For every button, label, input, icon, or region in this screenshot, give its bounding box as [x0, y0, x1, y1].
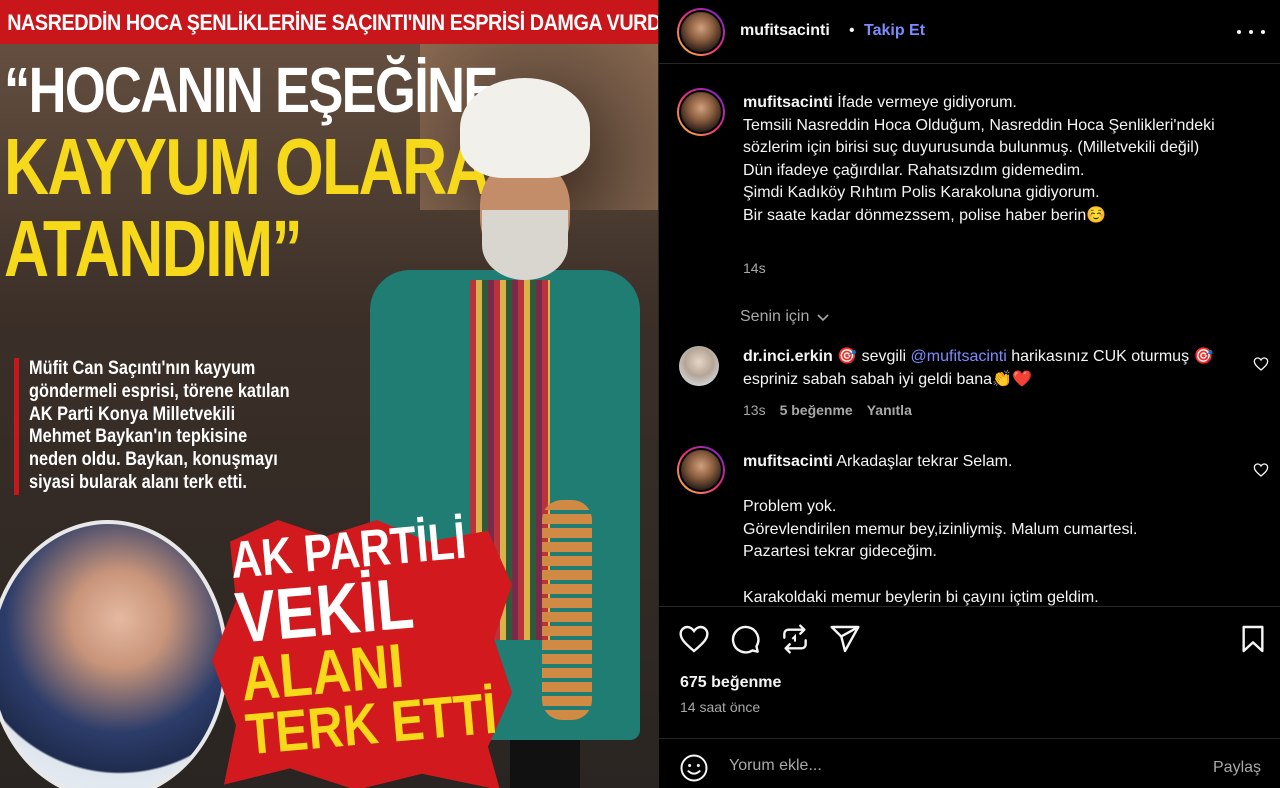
comments-scroll[interactable]: mufitsacinti İfade vermeye gidiyorum. Te… [659, 64, 1280, 606]
prayer-beads [542, 500, 592, 720]
caption-meta: 14s [743, 260, 766, 276]
legs [510, 740, 580, 788]
subtext-line: neden oldu. Baykan, konuşmayı [29, 449, 278, 471]
more-icon[interactable] [1237, 22, 1265, 42]
headline-line-1: “HOCANIN EŞEĞİNE [4, 54, 498, 126]
post-time: 14 saat önce [680, 699, 761, 715]
commenter-avatar[interactable] [679, 346, 719, 386]
comment-sort[interactable]: Senin için [740, 308, 831, 326]
emoji-icon[interactable] [679, 753, 709, 783]
news-subtext: Müfit Can Saçıntı'nın kayyum göndermeli … [14, 358, 314, 495]
subtext-line: Müfit Can Saçıntı'nın kayyum [29, 358, 256, 379]
comment-body: 🎯 sevgili [832, 348, 911, 365]
reply-button[interactable]: Yanıtla [867, 402, 912, 418]
bookmark-icon[interactable] [1237, 623, 1269, 655]
burst-text: AK PARTİLİ VEKİL ALANI TERK ETTİ [228, 512, 518, 768]
subtext-line: AK Parti Konya Milletvekili [29, 403, 236, 425]
subtext-line: göndermeli esprisi, törene katılan [29, 380, 290, 402]
author-avatar[interactable] [677, 8, 725, 56]
add-comment-bar: Paylaş [659, 738, 1280, 788]
post-panel: mufitsacinti • Takip Et mufitsacinti İfa… [658, 0, 1280, 788]
caption-text: mufitsacinti İfade vermeye gidiyorum. Te… [743, 92, 1253, 228]
subtext-line: Mehmet Baykan'ın tepkisine [29, 426, 248, 448]
post-comment-button[interactable]: Paylaş [1213, 759, 1261, 777]
headline-line-2: KAYYUM OLARAK [4, 121, 534, 211]
chevron-down-icon [817, 314, 829, 322]
like-comment-icon[interactable] [1253, 462, 1269, 478]
subtext-line: siyasi bularak alanı terk etti. [29, 471, 247, 493]
like-count[interactable]: 675 beğenme [680, 674, 781, 692]
headline-line-3: ATANDIM” [4, 203, 303, 293]
heart-icon[interactable] [678, 623, 710, 655]
sort-label[interactable]: Senin için [740, 308, 809, 326]
comment-meta: 13s 5 beğenme Yanıtla [743, 402, 912, 418]
comment-time[interactable]: 13s [743, 402, 766, 418]
comment-icon[interactable] [729, 623, 761, 655]
repost-icon[interactable] [779, 623, 811, 655]
inset-portrait [0, 520, 228, 788]
action-bar [659, 606, 1280, 670]
comment-username[interactable]: dr.inci.erkin [743, 348, 833, 365]
comment-body: Arkadaşlar tekrar Selam. Problem yok. Gö… [743, 453, 1138, 606]
caption-username[interactable]: mufitsacinti [743, 94, 833, 111]
post-header: mufitsacinti • Takip Et [659, 0, 1280, 64]
commenter-avatar[interactable] [677, 446, 725, 494]
caption-avatar[interactable] [677, 88, 725, 136]
mention-link[interactable]: @mufitsacinti [911, 348, 1007, 365]
news-banner: NASREDDİN HOCA ŞENLİKLERİNE SAÇINTI'NIN … [0, 0, 658, 44]
like-comment-icon[interactable] [1253, 356, 1269, 372]
beard [482, 210, 568, 280]
post-image: NASREDDİN HOCA ŞENLİKLERİNE SAÇINTI'NIN … [0, 0, 658, 788]
turban [460, 78, 590, 178]
comment-text: dr.inci.erkin 🎯 sevgili @mufitsacinti ha… [743, 346, 1253, 391]
separator-dot: • [849, 22, 855, 39]
follow-button[interactable]: Takip Et [864, 22, 925, 40]
comment-likes[interactable]: 5 beğenme [780, 402, 853, 418]
caption-body: İfade vermeye gidiyorum. Temsili Nasredd… [743, 94, 1215, 224]
caption-time[interactable]: 14s [743, 260, 766, 276]
send-icon[interactable] [829, 623, 861, 655]
comment-text: mufitsacinti Arkadaşlar tekrar Selam. Pr… [743, 451, 1253, 606]
comment-username[interactable]: mufitsacinti [743, 453, 833, 470]
banner-text: NASREDDİN HOCA ŞENLİKLERİNE SAÇINTI'NIN … [7, 10, 658, 35]
author-username[interactable]: mufitsacinti [740, 22, 830, 40]
comment-input[interactable] [729, 757, 1169, 775]
